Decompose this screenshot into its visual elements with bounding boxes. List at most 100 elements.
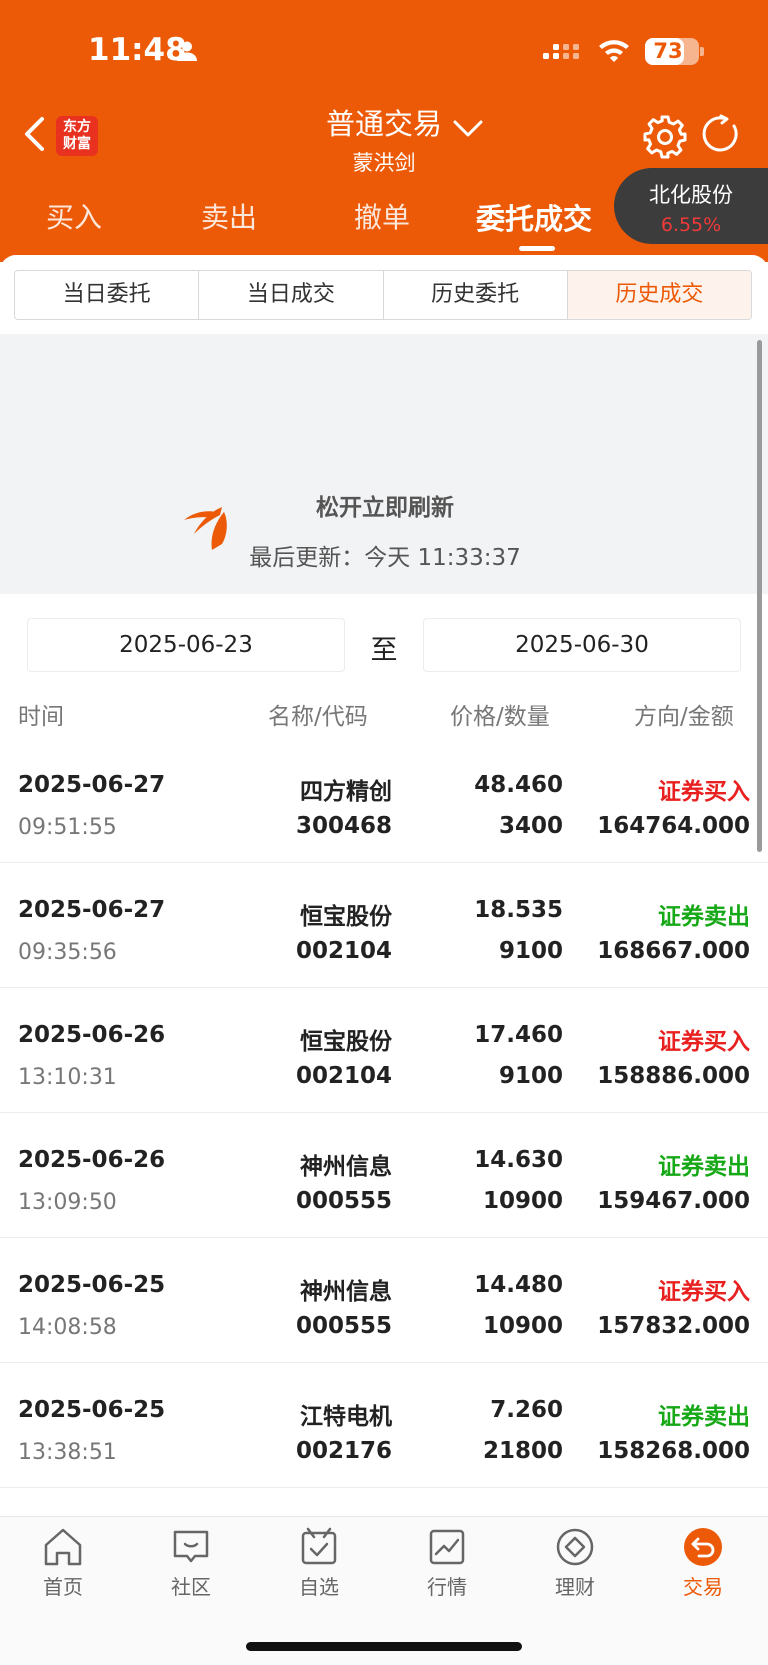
trade-price: 17.460 [474,1022,563,1048]
trade-direction: 证券卖出 [658,904,750,930]
battery-percent: 73 [653,39,683,63]
date-range-separator: 至 [370,635,398,666]
nav-community[interactable]: 社区 [146,1525,236,1600]
status-time: 11:48 [88,32,187,68]
trade-direction: 证券买入 [658,1029,750,1055]
chat-icon [146,1525,236,1569]
trade-quantity: 9100 [498,938,563,964]
nav-wealth[interactable]: 理财 [530,1525,620,1600]
trade-date: 2025-06-25 [18,1272,166,1298]
nav-home[interactable]: 首页 [18,1525,108,1600]
stock-badge-change: 6.55% [660,214,722,236]
trade-icon [658,1525,748,1569]
stock-badge-name: 北化股份 [649,183,733,207]
trade-amount: 159467.000 [597,1188,750,1214]
trade-direction: 证券买入 [658,1279,750,1305]
logo-line-1: 东方 [63,119,91,135]
stock-code: 002104 [295,1063,392,1089]
segment-history-orders[interactable]: 历史委托 [384,271,568,319]
stock-name: 恒宝股份 [300,904,392,930]
chart-icon [402,1525,492,1569]
segment-history-trades[interactable]: 历史成交 [567,271,751,319]
trade-direction: 证券卖出 [658,1154,750,1180]
stock-name: 江特电机 [300,1404,392,1430]
trade-price: 48.460 [474,772,563,798]
start-date-field[interactable]: 2025-06-23 [27,618,345,672]
battery-indicator: 73 [645,38,699,65]
tab-sell[interactable]: 卖出 [201,196,257,236]
segment-today-trades[interactable]: 当日成交 [199,271,384,319]
stock-code: 000555 [295,1188,392,1214]
stock-ticker-badge[interactable]: 北化股份 6.55% [614,168,768,244]
refresh-icon[interactable] [701,114,741,158]
diamond-icon [530,1525,620,1569]
trade-date: 2025-06-26 [18,1022,166,1048]
trade-time: 09:51:55 [18,815,117,840]
nav-market[interactable]: 行情 [402,1525,492,1600]
table-row[interactable]: 2025-06-26 13:10:31 恒宝股份 002104 17.460 9100 证券… [0,988,768,1113]
active-tab-indicator [519,246,555,251]
stock-name: 四方精创 [300,779,392,805]
column-header-direction-amount: 方向/金额 [634,704,734,730]
trade-quantity: 3400 [498,813,563,839]
last-update-time: 最后更新：今天 11:33:37 [249,545,521,571]
nav-home-label: 首页 [43,1575,83,1599]
trade-price: 18.535 [474,897,563,923]
battery-tip [700,47,704,56]
chevron-down-icon[interactable] [452,118,484,142]
tab-orders-trades[interactable]: 委托成交 [476,196,592,238]
wifi-icon [597,37,631,67]
trade-quantity: 21800 [482,1438,563,1464]
trade-amount: 164764.000 [597,813,750,839]
trade-date: 2025-06-25 [18,1397,166,1423]
trade-date: 2025-06-27 [18,897,166,923]
trade-time: 09:35:56 [18,940,117,965]
tab-buy[interactable]: 买入 [46,196,102,236]
table-row[interactable]: 2025-06-26 13:09:50 神州信息 000555 14.630 10900 证… [0,1113,768,1238]
trade-quantity: 10900 [482,1313,563,1339]
stock-code: 000555 [295,1313,392,1339]
end-date-field[interactable]: 2025-06-30 [423,618,741,672]
refresh-logo-icon [182,504,230,558]
back-arrow-icon[interactable] [22,116,46,156]
history-segment-control: 当日委托 当日成交 历史委托 历史成交 [14,270,752,320]
column-header-name-code: 名称/代码 [268,704,368,730]
trade-price: 7.260 [490,1397,563,1423]
trade-time: 13:38:51 [18,1440,117,1465]
trade-date: 2025-06-27 [18,772,166,798]
stock-name: 神州信息 [300,1154,392,1180]
column-header-time: 时间 [18,704,64,730]
trade-time: 13:09:50 [18,1190,117,1215]
person-icon [176,40,198,66]
nav-wealth-label: 理财 [555,1575,595,1599]
pull-refresh-title: 松开立即刷新 [316,495,454,521]
table-row[interactable]: 2025-06-27 09:35:56 恒宝股份 002104 18.535 9100 证券… [0,863,768,988]
logo-line-2: 财富 [63,136,91,152]
trade-time: 13:10:31 [18,1065,117,1090]
account-name: 蒙洪剑 [352,151,416,175]
table-row[interactable]: 2025-06-25 14:08:58 神州信息 000555 14.480 10900 证… [0,1238,768,1363]
tab-cancel[interactable]: 撤单 [354,196,410,236]
table-row[interactable]: 2025-06-25 13:38:51 江特电机 002176 7.260 21800 证券… [0,1363,768,1488]
trade-direction: 证券买入 [658,779,750,805]
trade-quantity: 10900 [482,1188,563,1214]
nav-community-label: 社区 [171,1575,211,1599]
nav-watchlist[interactable]: 自选 [274,1525,364,1600]
checkbox-icon [274,1525,364,1569]
stock-code: 002176 [295,1438,392,1464]
trade-amount: 157832.000 [597,1313,750,1339]
table-row[interactable]: 2025-06-27 09:51:55 四方精创 300468 48.460 3400 证券… [0,738,768,863]
trade-amount: 158886.000 [597,1063,750,1089]
trade-amount: 158268.000 [597,1438,750,1464]
home-indicator [246,1642,522,1651]
nav-trade[interactable]: 交易 [658,1525,748,1600]
app-logo: 东方 财富 [56,116,98,156]
stock-name: 恒宝股份 [300,1029,392,1055]
gear-icon[interactable] [642,114,688,164]
trade-time: 14:08:58 [18,1315,117,1340]
column-header-price-qty: 价格/数量 [450,704,550,730]
cellular-signal-icon [543,39,585,69]
trade-quantity: 9100 [498,1063,563,1089]
trade-amount: 168667.000 [597,938,750,964]
segment-today-orders[interactable]: 当日委托 [15,271,200,319]
